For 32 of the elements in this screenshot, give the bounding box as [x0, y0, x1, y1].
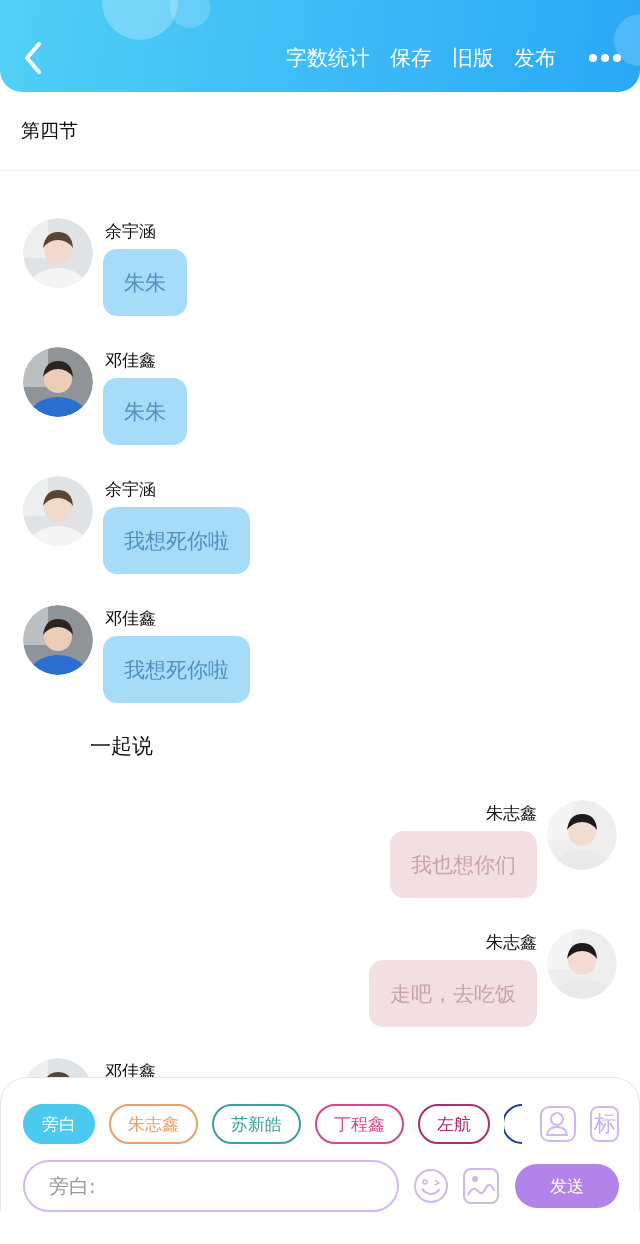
tag-button[interactable]: 标 [590, 1106, 619, 1142]
more-icon[interactable] [588, 53, 622, 63]
role-chip[interactable]: 丁程鑫 [315, 1104, 404, 1144]
chapter-title: 第四节 [21, 118, 78, 143]
header-action[interactable]: 旧版 [452, 44, 494, 72]
message-bubble: 朱朱 [103, 378, 187, 445]
header-action[interactable]: 字数统计 [286, 44, 370, 72]
message-bubble: 我也想你们 [390, 831, 537, 898]
role-chip[interactable]: 苏新皓 [212, 1104, 301, 1144]
message-bubble: 走吧，去吃饭 [369, 960, 537, 1027]
header-action[interactable]: 保存 [390, 44, 432, 72]
speaker-name: 余宇涵 [104, 221, 157, 241]
message-bubble: 我想死你啦 [103, 507, 250, 574]
speaker-name: 余宇涵 [104, 479, 157, 499]
speaker-name: 朱志鑫 [485, 803, 537, 823]
speaker-name: 朱志鑫 [485, 932, 537, 952]
person-icon[interactable] [540, 1106, 576, 1142]
speaker-name: 邓佳鑫 [104, 608, 157, 628]
role-chip[interactable] [504, 1103, 522, 1145]
speaker-name: 邓佳鑫 [104, 350, 157, 370]
role-chip[interactable]: 旁白 [23, 1104, 95, 1144]
smiley-icon[interactable] [413, 1168, 450, 1204]
role-chip[interactable]: 左航 [418, 1104, 490, 1144]
narration-text: 一起说 [90, 733, 153, 760]
header-action[interactable]: 发布 [514, 44, 556, 72]
send-button[interactable]: 发送 [515, 1164, 619, 1208]
image-icon[interactable] [463, 1168, 500, 1204]
message-bubble: 朱朱 [103, 249, 187, 316]
back-icon[interactable] [22, 41, 44, 75]
input-field[interactable]: 旁白: [23, 1160, 400, 1212]
message-bubble: 我想死你啦 [103, 636, 250, 703]
role-chip[interactable]: 朱志鑫 [109, 1104, 198, 1144]
